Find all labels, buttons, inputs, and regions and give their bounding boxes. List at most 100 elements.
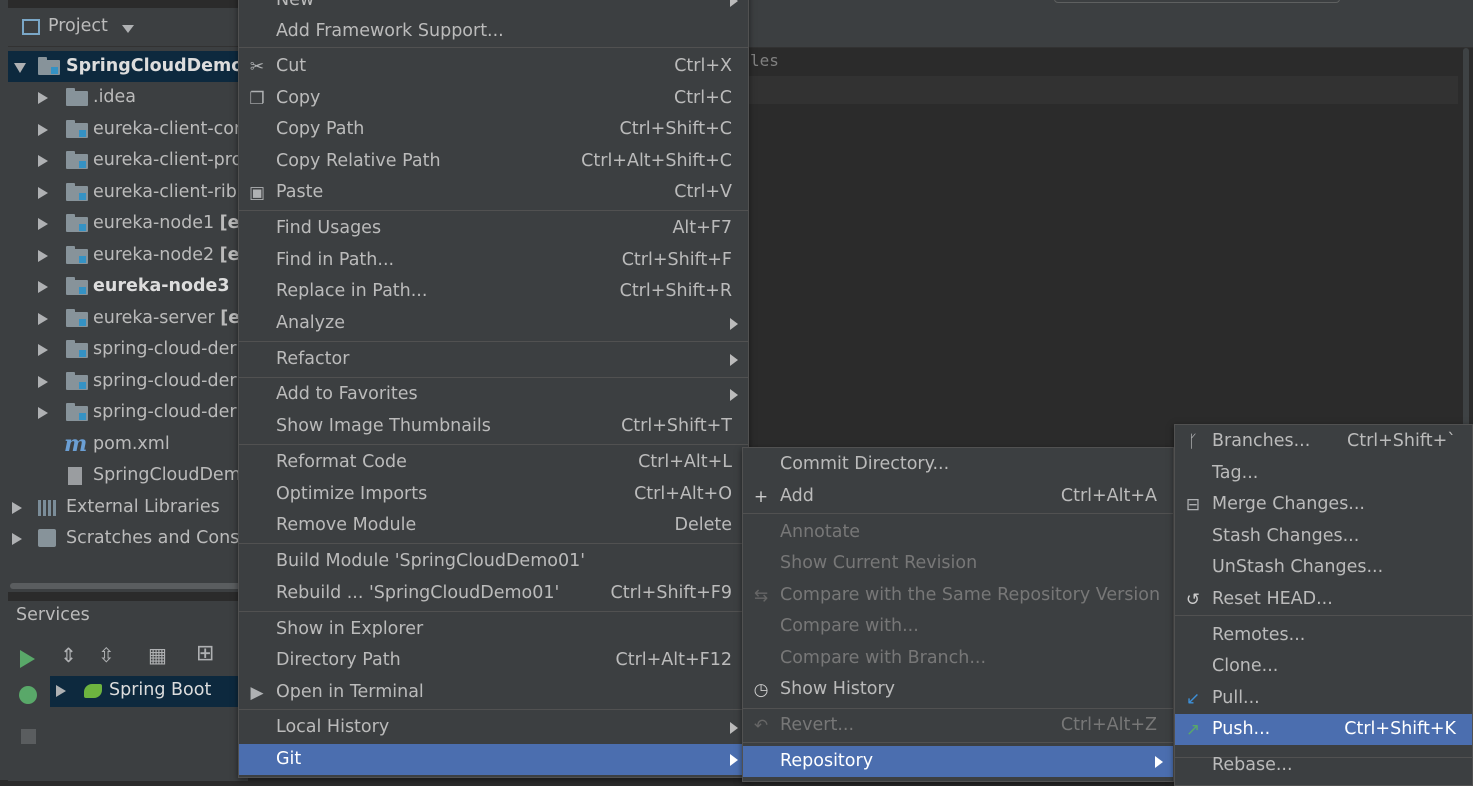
menu-item-remotes[interactable]: Remotes... <box>1175 620 1472 651</box>
expand-arrow-icon[interactable] <box>38 249 48 262</box>
horizontal-scrollbar[interactable] <box>8 580 248 592</box>
menu-item-stash-changes[interactable]: Stash Changes... <box>1175 521 1472 552</box>
menu-item-reset-head[interactable]: ↺ Reset HEAD... <box>1175 584 1472 615</box>
tree-item[interactable]: eureka-node1 [eu <box>8 208 252 239</box>
menu-item-paste[interactable]: ▣ Paste Ctrl+V <box>239 177 748 208</box>
menu-item-label: Show Current Revision <box>780 553 978 573</box>
menu-item-show-history[interactable]: ◷ Show History <box>743 674 1173 705</box>
collapse-all-icon[interactable]: ⇳ <box>98 643 115 667</box>
menu-item-unstash-changes[interactable]: UnStash Changes... <box>1175 552 1472 583</box>
menu-item-add[interactable]: + Add Ctrl+Alt+A <box>743 481 1173 512</box>
tree-item[interactable]: eureka-client-con <box>8 114 248 145</box>
tree-item-iml[interactable]: SpringCloudDem <box>8 460 248 491</box>
tree-item-label: Scratches and Conso <box>66 528 250 548</box>
menu-item-show-image-thumbnails[interactable]: Show Image Thumbnails Ctrl+Shift+T <box>239 411 748 442</box>
menu-item-compare-same-version[interactable]: ⇆ Compare with the Same Repository Versio… <box>743 580 1173 611</box>
expand-arrow-icon[interactable] <box>38 281 48 293</box>
search-field[interactable] <box>1054 0 1340 3</box>
menu-item-local-history[interactable]: Local History <box>239 712 748 743</box>
tree-item[interactable]: eureka-server [eu <box>8 303 253 334</box>
menu-item-remove-module[interactable]: Remove Module Delete <box>239 510 748 541</box>
tree-item[interactable]: spring-cloud-der <box>8 334 248 365</box>
menu-item-compare-with[interactable]: Compare with... <box>743 611 1173 642</box>
expand-arrow-icon[interactable] <box>38 407 48 419</box>
menu-item-show-current-revision[interactable]: Show Current Revision <box>743 548 1173 579</box>
tree-item[interactable]: .idea <box>8 82 248 113</box>
plus-icon: + <box>753 487 769 507</box>
tree-item[interactable]: spring-cloud-der <box>8 366 248 397</box>
tree-item[interactable]: eureka-node2 [eu <box>8 240 252 271</box>
tree-root[interactable]: SpringCloudDemo0 <box>8 51 255 82</box>
menu-item-push[interactable]: ↗ Push... Ctrl+Shift+K <box>1175 714 1472 745</box>
stop-icon[interactable] <box>21 729 36 744</box>
service-item-spring-boot[interactable]: Spring Boot <box>50 676 248 707</box>
menu-separator <box>239 543 748 544</box>
menu-item-copy-relative-path[interactable]: Copy Relative Path Ctrl+Alt+Shift+C <box>239 146 748 177</box>
expand-arrow-icon[interactable] <box>38 186 48 199</box>
menu-item-revert[interactable]: ↶ Revert... Ctrl+Alt+Z <box>743 710 1173 741</box>
expand-arrow-icon[interactable] <box>14 63 26 73</box>
menu-item-new[interactable]: New <box>239 0 748 16</box>
file-icon <box>68 467 82 485</box>
menu-item-analyze[interactable]: Analyze <box>239 308 748 339</box>
menu-item-commit-directory[interactable]: Commit Directory... <box>743 449 1173 480</box>
project-title[interactable]: Project <box>48 16 108 36</box>
menu-item-rebase[interactable]: Rebase... <box>1175 750 1472 781</box>
debug-icon[interactable] <box>19 686 37 704</box>
menu-item-add-framework[interactable]: Add Framework Support... <box>239 16 748 47</box>
menu-item-optimize-imports[interactable]: Optimize Imports Ctrl+Alt+O <box>239 479 748 510</box>
menu-item-refactor[interactable]: Refactor <box>239 344 748 375</box>
menu-item-label: Compare with... <box>780 616 919 636</box>
menu-item-tag[interactable]: Tag... <box>1175 458 1472 489</box>
expand-arrow-icon[interactable] <box>56 685 66 697</box>
tree-item[interactable]: eureka-client-rib <box>8 177 248 208</box>
menu-item-find-usages[interactable]: Find Usages Alt+F7 <box>239 213 748 244</box>
menu-item-replace-in-path[interactable]: Replace in Path... Ctrl+Shift+R <box>239 276 748 307</box>
tree-item-scratches[interactable]: Scratches and Conso <box>8 523 250 554</box>
menu-item-reformat-code[interactable]: Reformat Code Ctrl+Alt+L <box>239 447 748 478</box>
menu-item-copy-path[interactable]: Copy Path Ctrl+Shift+C <box>239 114 748 145</box>
menu-item-show-in-explorer[interactable]: Show in Explorer <box>239 614 748 645</box>
submenu-arrow-icon <box>730 722 738 734</box>
chevron-down-icon[interactable] <box>122 25 134 33</box>
services-toolbar <box>8 632 48 780</box>
expand-all-icon[interactable]: ⇕ <box>60 643 77 667</box>
expand-arrow-icon[interactable] <box>38 375 48 388</box>
expand-arrow-icon[interactable] <box>12 502 22 514</box>
expand-arrow-icon[interactable] <box>38 92 48 104</box>
tree-item-label: SpringCloudDem <box>93 465 241 485</box>
menu-item-cut[interactable]: ✂ Cut Ctrl+X <box>239 51 748 82</box>
menu-item-git[interactable]: Git <box>239 744 748 775</box>
menu-item-open-in-terminal[interactable]: ▶ Open in Terminal <box>239 677 748 708</box>
tree-item[interactable]: spring-cloud-der <box>8 397 248 428</box>
group-icon[interactable]: ▦ <box>148 643 167 667</box>
menu-item-copy[interactable]: ❐ Copy Ctrl+C <box>239 83 748 114</box>
expand-arrow-icon[interactable] <box>38 123 48 136</box>
menu-item-compare-with-branch[interactable]: Compare with Branch... <box>743 643 1173 674</box>
menu-item-find-in-path[interactable]: Find in Path... Ctrl+Shift+F <box>239 245 748 276</box>
menu-item-build-module[interactable]: Build Module 'SpringCloudDemo01' <box>239 546 748 577</box>
menu-item-directory-path[interactable]: Directory Path Ctrl+Alt+F12 <box>239 645 748 676</box>
vertical-scrollbar[interactable] <box>1460 48 1473 448</box>
menu-item-rebuild-module[interactable]: Rebuild ... 'SpringCloudDemo01' Ctrl+Shif… <box>239 578 748 609</box>
menu-item-branches[interactable]: ᚴ Branches... Ctrl+Shift+` <box>1175 426 1472 457</box>
tree-item[interactable]: eureka-client-pro <box>8 145 248 176</box>
menu-item-pull[interactable]: ↙ Pull... <box>1175 683 1472 714</box>
run-icon[interactable] <box>20 650 35 668</box>
menu-item-repository[interactable]: Repository <box>743 746 1173 777</box>
tree-item-pom[interactable]: m pom.xml <box>8 429 248 460</box>
menu-item-label: Open in Terminal <box>276 682 424 702</box>
menu-item-merge-changes[interactable]: ⊟ Merge Changes... <box>1175 489 1472 520</box>
expand-arrow-icon[interactable] <box>38 218 48 230</box>
tree-item[interactable]: eureka-node3 <box>8 271 248 302</box>
expand-arrow-icon[interactable] <box>12 533 22 545</box>
expand-arrow-icon[interactable] <box>38 312 48 325</box>
expand-arrow-icon[interactable] <box>38 155 48 167</box>
menu-item-annotate[interactable]: Annotate <box>743 517 1173 548</box>
tree-item-label: .idea <box>93 87 137 107</box>
menu-item-clone[interactable]: Clone... <box>1175 651 1472 682</box>
expand-arrow-icon[interactable] <box>38 344 48 356</box>
menu-item-add-to-favorites[interactable]: Add to Favorites <box>239 379 748 410</box>
tree-item-external-libraries[interactable]: External Libraries <box>8 492 248 523</box>
add-service-icon[interactable]: ⊞ <box>196 641 214 666</box>
